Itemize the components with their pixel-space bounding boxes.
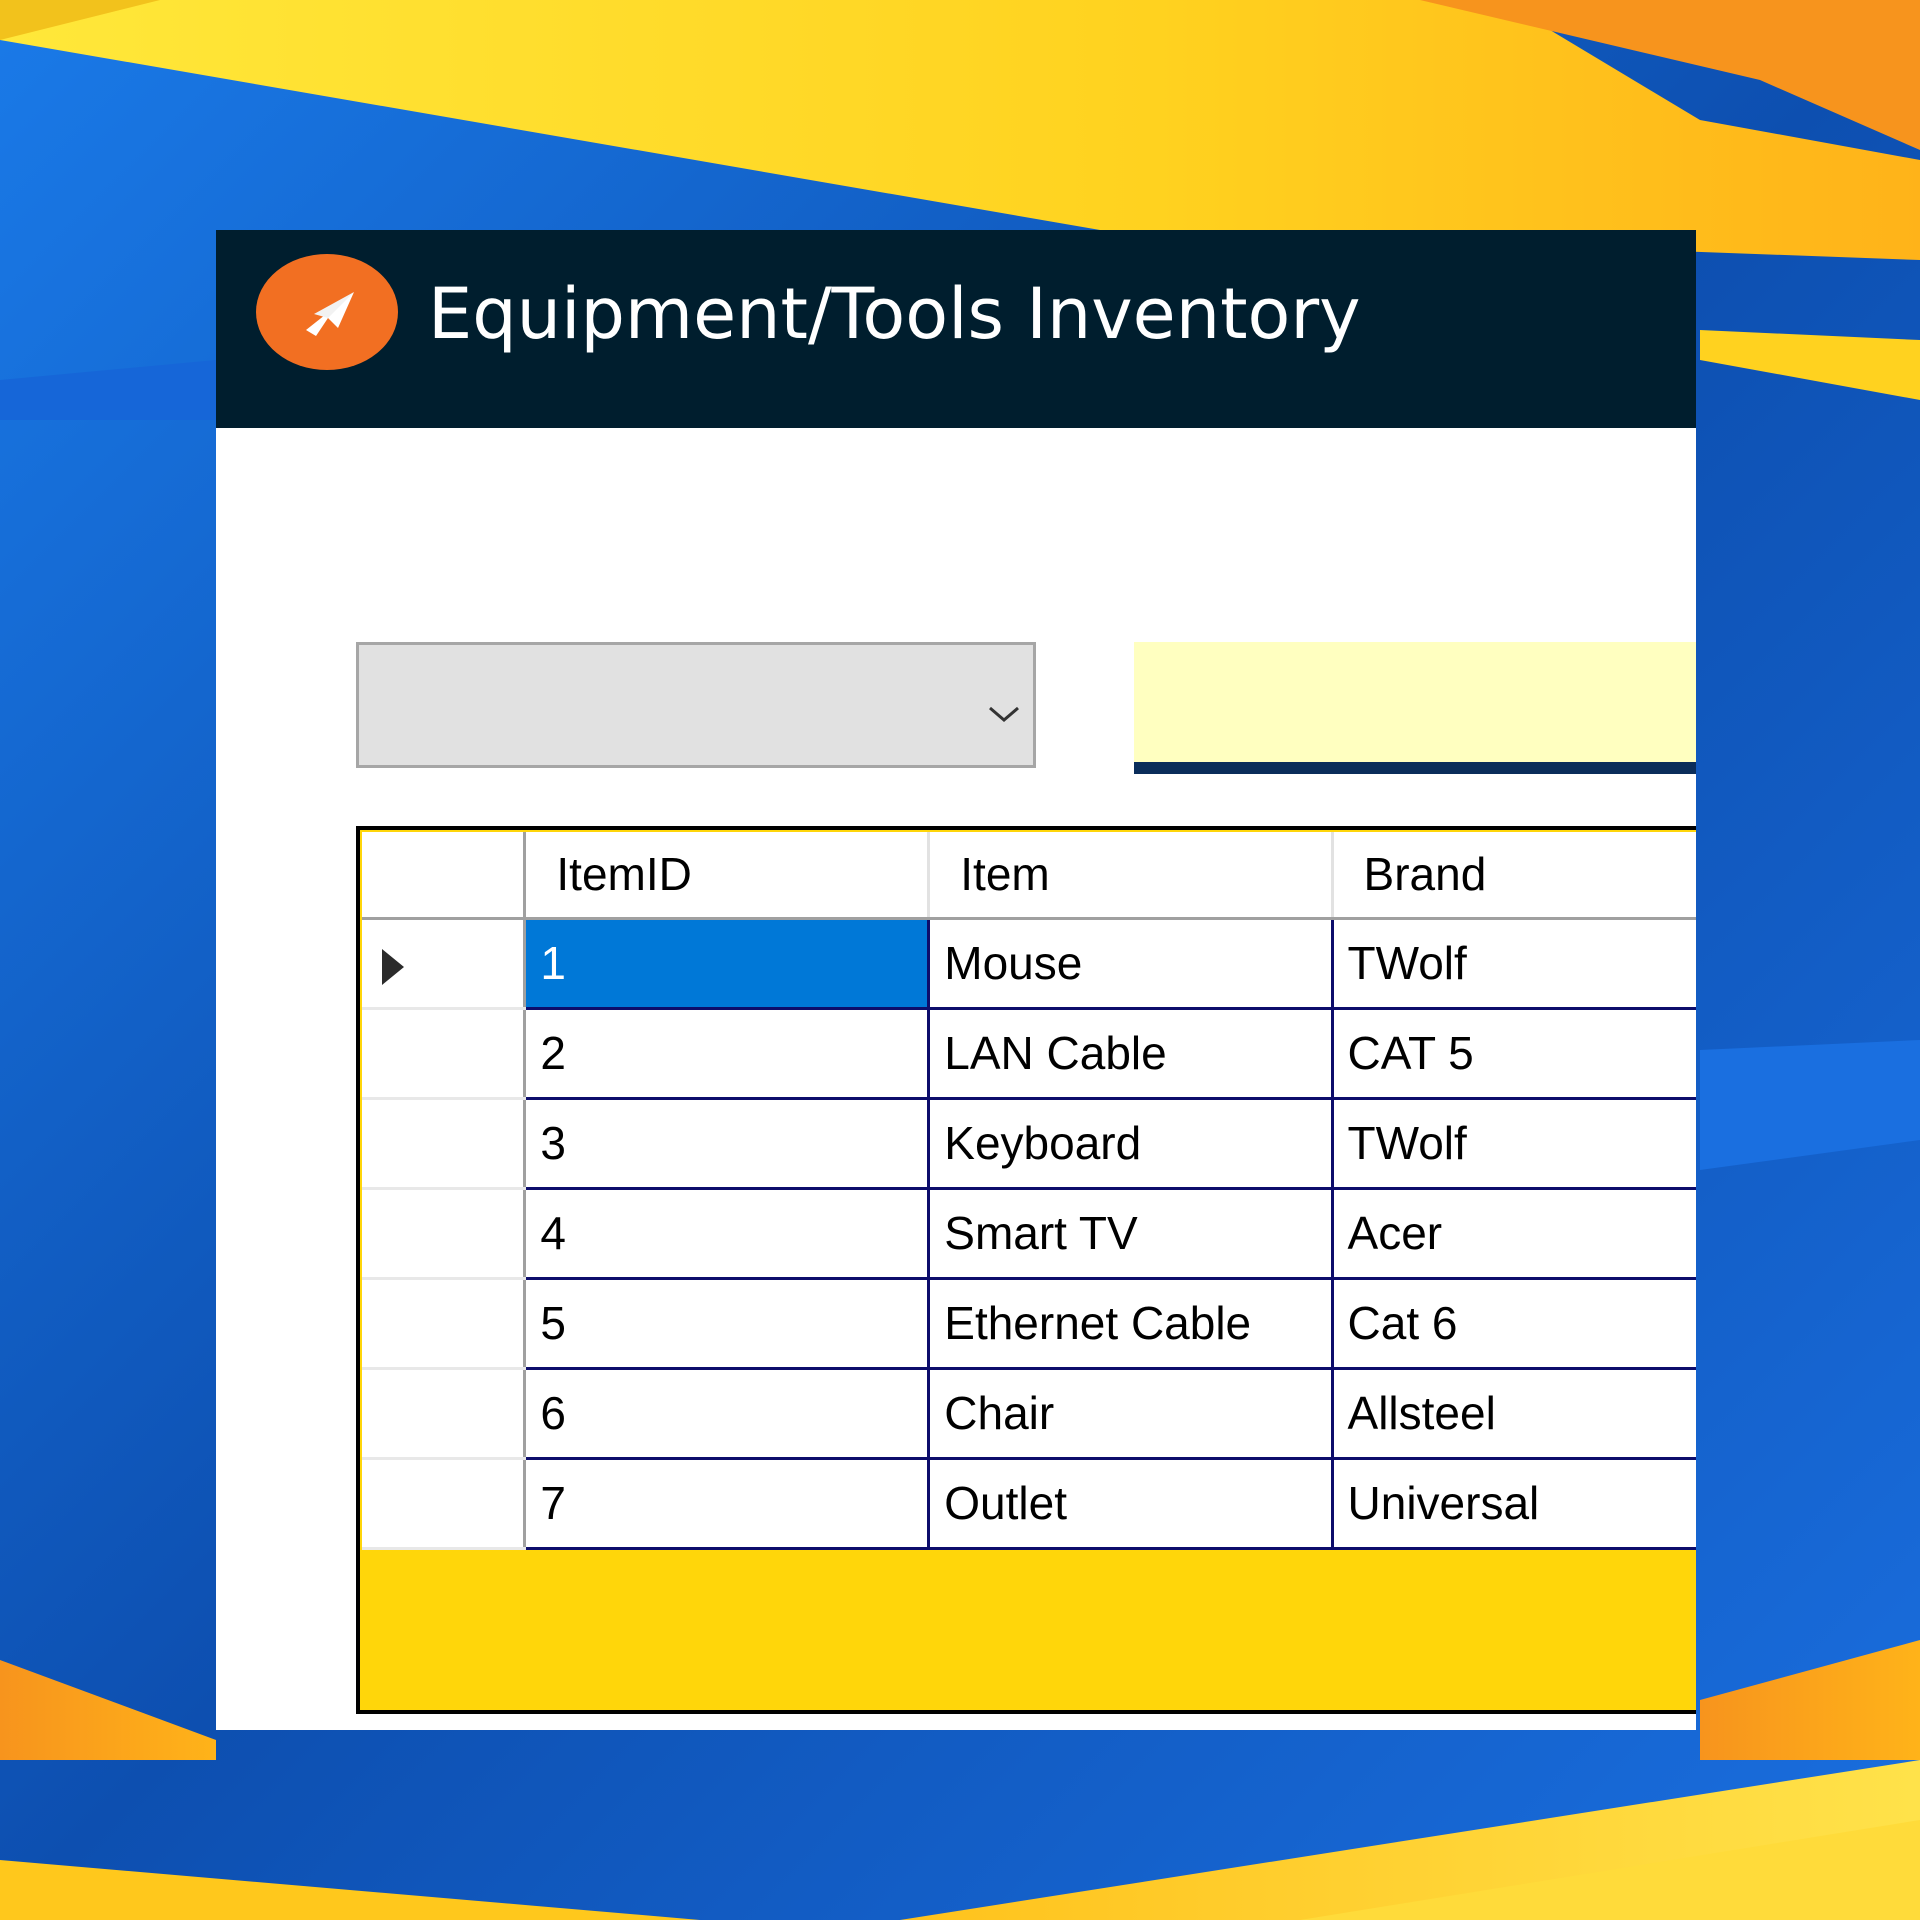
table-row[interactable]: 6 Chair Allsteel — [362, 1366, 1696, 1460]
chevron-down-icon[interactable] — [984, 702, 1024, 726]
cell-itemid[interactable]: 7 — [523, 1456, 931, 1550]
cell-itemid[interactable]: 5 — [523, 1276, 931, 1370]
cell-brand[interactable]: Cat 6 — [1330, 1276, 1696, 1370]
grid-corner-cell[interactable] — [362, 832, 527, 920]
cell-brand[interactable]: TWolf — [1330, 1096, 1696, 1190]
cell-brand[interactable]: CAT 5 — [1330, 1006, 1696, 1100]
row-header[interactable] — [362, 918, 527, 1010]
row-header[interactable] — [362, 1278, 527, 1370]
cell-itemid[interactable]: 4 — [523, 1186, 931, 1280]
cell-brand[interactable]: Acer — [1330, 1186, 1696, 1280]
cell-brand[interactable]: Allsteel — [1330, 1366, 1696, 1460]
table-row[interactable]: 4 Smart TV Acer — [362, 1186, 1696, 1280]
column-header-brand[interactable]: Brand — [1332, 832, 1696, 920]
cell-itemid[interactable]: 3 — [523, 1096, 931, 1190]
table-row[interactable]: 3 Keyboard TWolf — [362, 1096, 1696, 1190]
search-input[interactable] — [1134, 642, 1696, 774]
cell-brand[interactable]: TWolf — [1330, 916, 1696, 1010]
table-row[interactable]: 7 Outlet Universal — [362, 1456, 1696, 1550]
cell-item[interactable]: Chair — [927, 1366, 1334, 1460]
app-title: Equipment/Tools Inventory — [428, 273, 1361, 355]
column-header-itemid[interactable]: ItemID — [524, 832, 931, 920]
cell-brand[interactable]: Universal — [1330, 1456, 1696, 1550]
row-header[interactable] — [362, 1188, 527, 1280]
cell-item[interactable]: Ethernet Cable — [927, 1276, 1334, 1370]
cell-itemid[interactable]: 1 — [523, 916, 931, 1010]
cell-item[interactable]: Mouse — [927, 916, 1334, 1010]
table-row[interactable]: 1 Mouse TWolf — [362, 916, 1696, 1010]
screen: Equipment/Tools Inventory ItemID Item Br… — [0, 0, 1920, 1920]
category-dropdown[interactable] — [356, 642, 1036, 768]
table-row[interactable]: 5 Ethernet Cable Cat 6 — [362, 1276, 1696, 1370]
app-logo — [256, 254, 398, 370]
table-row[interactable]: 2 LAN Cable CAT 5 — [362, 1006, 1696, 1100]
cell-item[interactable]: Keyboard — [927, 1096, 1334, 1190]
row-header[interactable] — [362, 1458, 527, 1550]
paper-plane-icon — [306, 292, 354, 336]
cell-itemid[interactable]: 2 — [523, 1006, 931, 1100]
inventory-table: ItemID Item Brand 1 Mouse TWolf 2 LAN Ca… — [362, 832, 1696, 1550]
cell-itemid[interactable]: 6 — [523, 1366, 931, 1460]
cell-item[interactable]: Smart TV — [927, 1186, 1334, 1280]
header-row: ItemID Item Brand — [362, 832, 1696, 920]
cell-item[interactable]: LAN Cable — [927, 1006, 1334, 1100]
row-header[interactable] — [362, 1368, 527, 1460]
column-header-item[interactable]: Item — [928, 832, 1334, 920]
row-header[interactable] — [362, 1008, 527, 1100]
row-header[interactable] — [362, 1098, 527, 1190]
inventory-grid[interactable]: ItemID Item Brand 1 Mouse TWolf 2 LAN Ca… — [356, 826, 1696, 1714]
title-bar: Equipment/Tools Inventory — [216, 230, 1696, 428]
current-row-arrow-icon — [382, 948, 404, 985]
inventory-window: Equipment/Tools Inventory ItemID Item Br… — [216, 230, 1696, 1730]
cell-item[interactable]: Outlet — [927, 1456, 1334, 1550]
